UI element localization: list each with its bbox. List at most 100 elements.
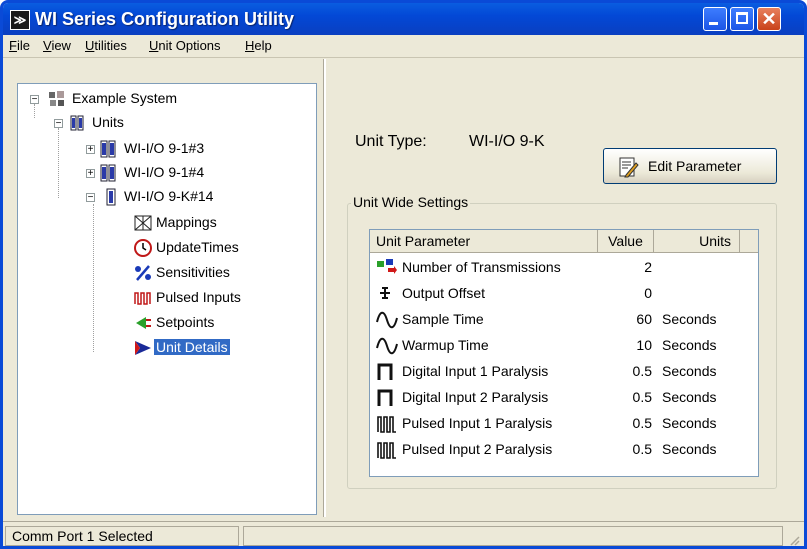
minimize-icon	[709, 22, 718, 25]
row-parameter: Digital Input 1 Paralysis	[402, 363, 549, 379]
detail-panel: Unit Type: WI-I/O 9-K Edit Parameter Uni…	[329, 59, 799, 517]
tree-label-updatetimes: UpdateTimes	[156, 239, 239, 255]
tree-label-mappings: Mappings	[156, 214, 217, 230]
square-pulse-icon	[377, 389, 393, 406]
expand-icon[interactable]: +	[86, 169, 95, 179]
title-bar[interactable]: ≫ WI Series Configuration Utility ✕	[3, 3, 804, 35]
clock-icon	[134, 239, 152, 257]
maximize-button[interactable]	[730, 7, 754, 31]
unit-type-value: WI-I/O 9-K	[469, 133, 545, 150]
square-pulse-icon	[377, 363, 393, 380]
tree-connector	[58, 128, 59, 198]
row-value: 0.5	[632, 389, 652, 405]
row-parameter: Pulsed Input 2 Paralysis	[402, 441, 553, 457]
tree-label-sensitivities: Sensitivities	[156, 264, 230, 280]
column-header-parameter[interactable]: Unit Parameter	[370, 230, 598, 252]
expand-icon[interactable]: +	[86, 145, 95, 155]
row-units: Seconds	[662, 363, 717, 379]
table-row[interactable]: Pulsed Input 2 Paralysis 0.5 Seconds	[370, 438, 758, 464]
offset-icon	[380, 287, 390, 299]
table-row[interactable]: Digital Input 2 Paralysis 0.5 Seconds	[370, 386, 758, 412]
system-icon	[49, 91, 64, 106]
transmissions-icon	[377, 259, 397, 274]
row-parameter: Pulsed Input 1 Paralysis	[402, 415, 553, 431]
collapse-icon[interactable]: −	[86, 193, 95, 203]
app-window: ≫ WI Series Configuration Utility ✕ File…	[0, 0, 807, 549]
menu-help[interactable]: Help	[245, 38, 272, 53]
collapse-icon[interactable]: −	[54, 119, 63, 129]
tree-label-root: Example System	[72, 90, 178, 106]
unit-device-icon	[100, 164, 116, 182]
setpoints-icon	[136, 317, 151, 329]
tree-label-units: Units	[92, 114, 124, 130]
collapse-icon[interactable]: −	[30, 95, 39, 105]
menu-unit-options[interactable]: Unit Options	[149, 38, 221, 53]
row-units: Seconds	[662, 311, 717, 327]
tree-label-unit-2: WI-I/O 9-1#4	[124, 164, 205, 180]
row-units: Seconds	[662, 415, 717, 431]
status-pane-empty	[243, 526, 783, 546]
table-row[interactable]: Warmup Time 10 Seconds	[370, 334, 758, 360]
edit-parameter-button[interactable]: Edit Parameter	[603, 148, 777, 184]
row-parameter: Sample Time	[402, 311, 484, 327]
row-parameter: Warmup Time	[402, 337, 489, 353]
menu-view[interactable]: View	[43, 38, 71, 53]
row-units: Seconds	[662, 441, 717, 457]
minimize-button[interactable]	[703, 7, 727, 31]
row-value: 2	[644, 259, 652, 275]
pulse-train-icon	[134, 292, 151, 305]
unit-type-label: Unit Type:	[355, 133, 427, 150]
row-units: Seconds	[662, 389, 717, 405]
arrow-pointer-icon	[135, 341, 151, 355]
status-text: Comm Port 1 Selected	[12, 528, 153, 544]
group-title: Unit Wide Settings	[351, 194, 471, 210]
menu-utilities[interactable]: Utilities	[85, 38, 127, 53]
pane-splitter[interactable]	[323, 59, 326, 517]
maximize-icon	[736, 12, 748, 24]
row-parameter: Output Offset	[402, 285, 486, 301]
row-value: 0.5	[632, 415, 652, 431]
tree-label-unit-details: Unit Details	[154, 339, 230, 355]
pulse-train-icon	[377, 416, 396, 433]
column-header-value[interactable]: Value	[598, 230, 654, 252]
row-units: Seconds	[662, 337, 717, 353]
table-row[interactable]: Number of Transmissions 2	[370, 256, 758, 282]
unit-device-icon	[106, 188, 116, 206]
unit-device-icon	[100, 140, 116, 158]
edit-document-icon	[619, 157, 639, 178]
row-parameter: Digital Input 2 Paralysis	[402, 389, 549, 405]
parameter-list[interactable]: Unit Parameter Value Units Number of Tra…	[369, 229, 759, 477]
sine-wave-icon	[376, 337, 398, 355]
tree-label-unit-1: WI-I/O 9-1#3	[124, 140, 205, 156]
tree-label-setpoints: Setpoints	[156, 314, 215, 330]
sine-wave-icon	[376, 311, 398, 329]
close-button[interactable]: ✕	[757, 7, 781, 31]
row-value: 0	[644, 285, 652, 301]
table-row[interactable]: Sample Time 60 Seconds	[370, 308, 758, 334]
percent-icon	[135, 265, 151, 281]
tree-connector	[93, 204, 94, 352]
status-pane: Comm Port 1 Selected	[5, 526, 239, 546]
mappings-icon	[134, 215, 152, 231]
unit-tree[interactable]: − Example System − Units + WI-I/O 9-1#3	[17, 83, 317, 515]
row-value: 0.5	[632, 441, 652, 457]
tree-connector	[34, 104, 35, 118]
menu-file[interactable]: File	[9, 38, 30, 53]
tree-label-unit-3: WI-I/O 9-K#14	[124, 188, 214, 204]
row-value: 10	[636, 337, 652, 353]
row-parameter: Number of Transmissions	[402, 259, 561, 275]
table-row[interactable]: Output Offset 0	[370, 282, 758, 308]
column-header-units[interactable]: Units	[654, 230, 740, 252]
row-value: 0.5	[632, 363, 652, 379]
table-row[interactable]: Pulsed Input 1 Paralysis 0.5 Seconds	[370, 412, 758, 438]
pulse-train-icon	[377, 442, 396, 459]
table-row[interactable]: Digital Input 1 Paralysis 0.5 Seconds	[370, 360, 758, 386]
window-title: WI Series Configuration Utility	[35, 9, 295, 29]
tree-label-pulsed-inputs: Pulsed Inputs	[156, 289, 241, 305]
list-header: Unit Parameter Value Units	[370, 230, 758, 253]
app-logo-icon[interactable]: ≫	[10, 10, 30, 30]
resize-grip-icon[interactable]	[788, 534, 800, 546]
menu-bar: File View Utilities Unit Options Help	[3, 35, 804, 58]
status-bar: Comm Port 1 Selected	[3, 521, 804, 546]
edit-parameter-label: Edit Parameter	[648, 158, 742, 174]
